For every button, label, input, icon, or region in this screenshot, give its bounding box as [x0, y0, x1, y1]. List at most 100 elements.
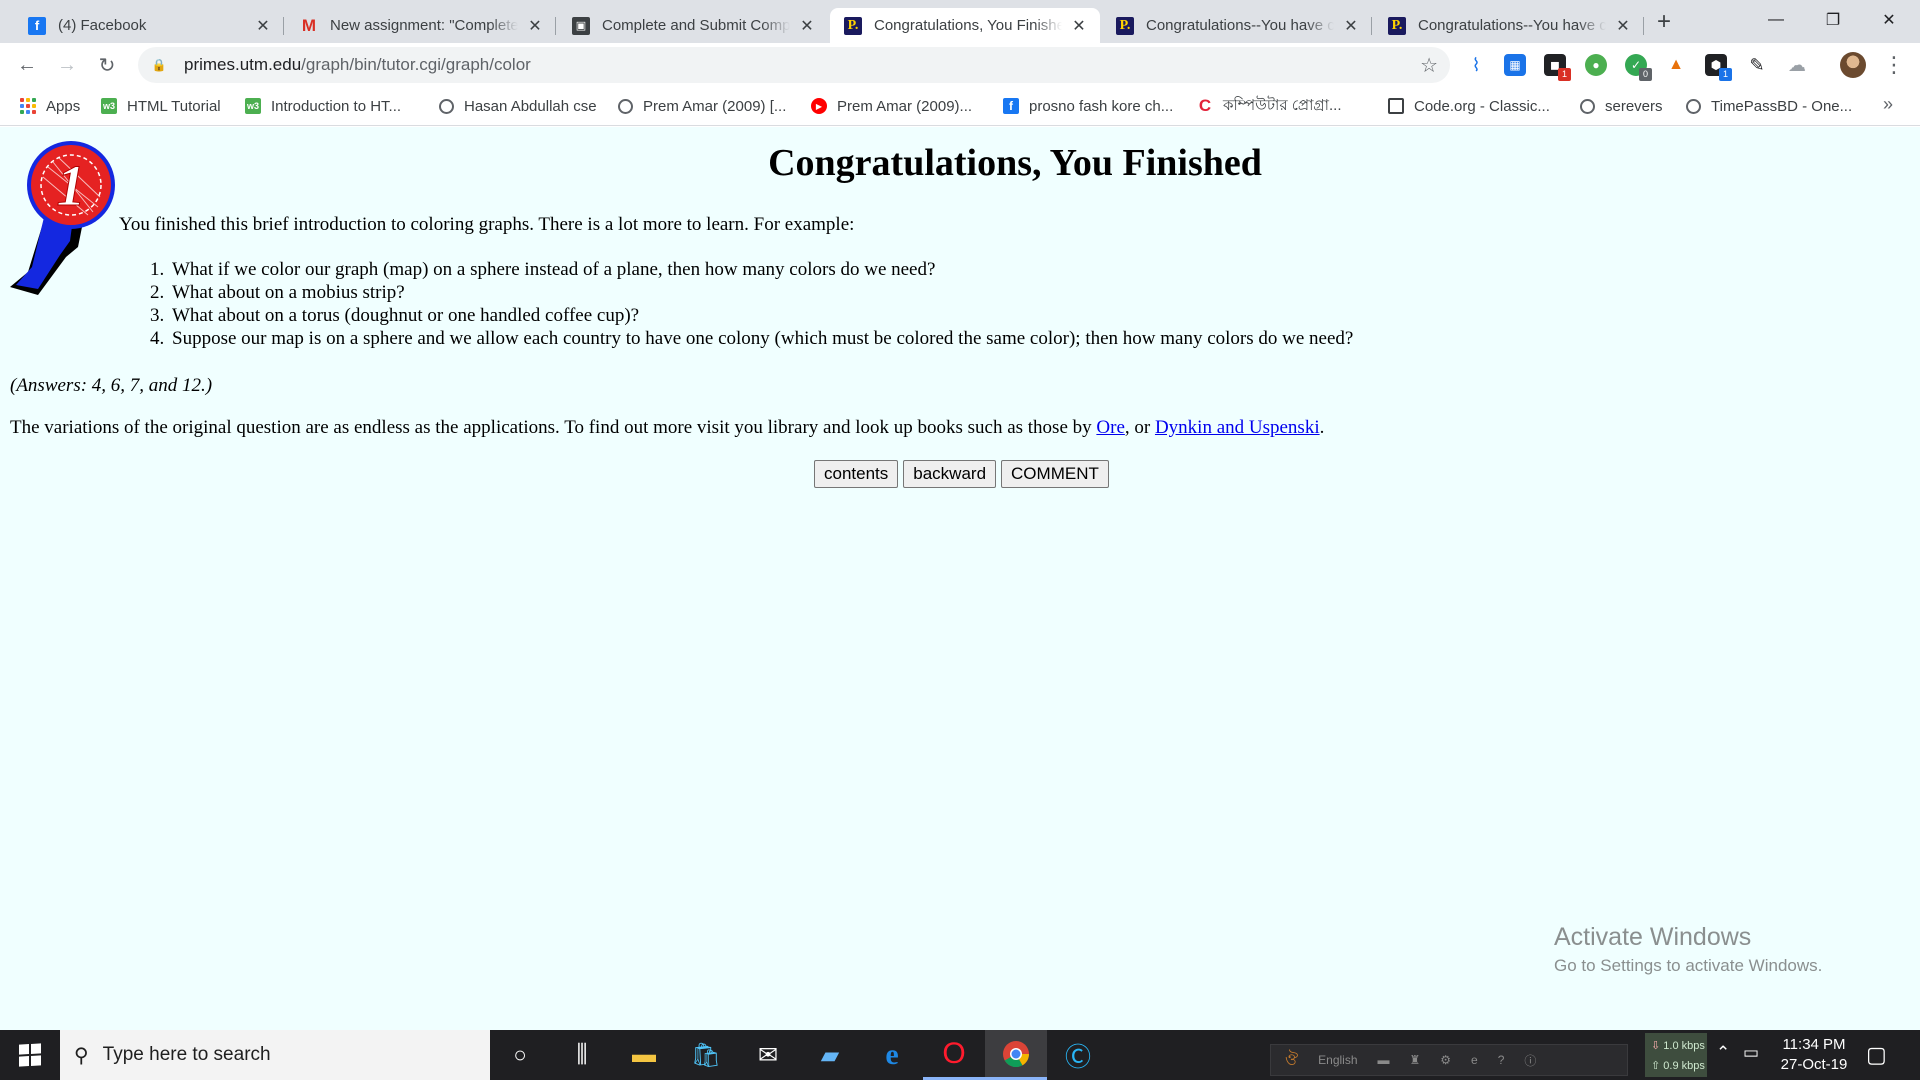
navigation-buttons: contents backward COMMENT — [814, 460, 1109, 488]
language-indicator[interactable]: English — [1318, 1053, 1357, 1067]
tray-app-icon[interactable]: ঔ — [1285, 1047, 1298, 1074]
bookmark-label: prosno fash kore ch... — [1029, 97, 1174, 115]
list-item: 1. What if we color our graph (map) on a … — [150, 259, 936, 280]
battery-icon[interactable]: ▭ — [1743, 1043, 1759, 1063]
ore-link[interactable]: Ore — [1096, 417, 1124, 438]
globe-icon — [618, 98, 633, 114]
bookmark-html-tutorial[interactable]: w3 HTML Tutorial — [101, 94, 221, 118]
apps-grid-icon — [20, 98, 36, 114]
browser-toolbar: ← → ↻ 🔒 primes.utm.edu/graph/bin/tutor.c… — [0, 43, 1920, 86]
tab-strip: f (4) Facebook ✕ M New assignment: "Comp… — [0, 0, 1920, 43]
backward-button[interactable]: backward — [903, 460, 997, 488]
chrome-logo — [1003, 1040, 1030, 1067]
taskbar-search-box[interactable]: ⚲ Type here to search — [60, 1030, 490, 1080]
chrome-icon[interactable] — [985, 1030, 1047, 1080]
close-icon[interactable]: ✕ — [526, 17, 544, 35]
extension-icon[interactable]: ● — [1585, 54, 1607, 76]
browser-menu-icon[interactable]: ⋮ — [1883, 51, 1905, 79]
window-close-button[interactable]: ✕ — [1866, 0, 1912, 40]
extension-icon[interactable]: ◼ 1 — [1544, 54, 1571, 81]
bookmark-label: Introduction to HT... — [271, 97, 402, 115]
extension-badge: 1 — [1719, 68, 1732, 81]
bookmark-timepassbd[interactable]: TimePassBD - One... — [1686, 94, 1852, 118]
new-tab-button[interactable]: + — [1650, 8, 1678, 36]
taskbar-clock[interactable]: 11:34 PM 27-Oct-19 — [1774, 1035, 1854, 1075]
bookmark-prosno-fash[interactable]: f prosno fash kore ch... — [1003, 94, 1173, 118]
restore-button[interactable]: ❐ — [1810, 0, 1856, 40]
close-icon[interactable]: ✕ — [1614, 17, 1632, 35]
bookmark-star-icon[interactable]: ☆ — [1420, 53, 1438, 78]
start-button[interactable] — [0, 1030, 60, 1080]
close-icon[interactable]: ✕ — [254, 17, 272, 35]
profile-avatar[interactable] — [1840, 52, 1866, 78]
question-text: What if we color our graph (map) on a sp… — [172, 259, 936, 280]
paperclip-extension-icon[interactable]: ⌇ — [1465, 54, 1487, 76]
bookmark-label: serevers — [1605, 97, 1663, 115]
bookmark-label: Prem Amar (2009)... — [837, 97, 973, 115]
bookmark-bengali-programming[interactable]: C কম্পিউটার প্রোগ্রা... — [1197, 94, 1342, 118]
clock-date: 27-Oct-19 — [1780, 1056, 1848, 1073]
cortana-icon[interactable]: ○ — [489, 1030, 551, 1080]
tab-separator — [1643, 17, 1644, 35]
help-icon[interactable]: ? — [1498, 1053, 1505, 1067]
edge-icon[interactable]: e — [1471, 1053, 1478, 1067]
reload-button[interactable]: ↻ — [91, 49, 123, 81]
close-icon[interactable]: ✕ — [798, 17, 816, 35]
tray-app-icon[interactable]: ♜ — [1410, 1053, 1421, 1067]
back-button[interactable]: ← — [11, 49, 43, 81]
bookmark-prem-amar-1[interactable]: Prem Amar (2009) [... — [618, 94, 786, 118]
extension-icon[interactable]: ⬢ 1 — [1705, 54, 1732, 81]
minimize-button[interactable]: — — [1753, 0, 1799, 40]
edge-icon[interactable]: e — [861, 1030, 923, 1080]
ccleaner-icon[interactable]: Ⓒ — [1047, 1030, 1109, 1080]
bookmark-hasan-abdullah[interactable]: Hasan Abdullah cse — [439, 94, 597, 118]
notification-center-icon[interactable]: ▢ — [1866, 1042, 1887, 1068]
upload-speed-value: 0.9 kbps — [1663, 1060, 1705, 1072]
tab-title: New assignment: "Complete — [330, 17, 518, 34]
tab-gmail[interactable]: M New assignment: "Complete ✕ — [286, 8, 556, 43]
search-icon: ⚲ — [74, 1044, 89, 1067]
dynkin-uspenski-link[interactable]: Dynkin and Uspenski — [1155, 417, 1320, 438]
tab-title: Congratulations--You have c — [1418, 17, 1606, 34]
tab-separator — [283, 17, 284, 35]
file-explorer-icon[interactable]: ▬ — [613, 1030, 675, 1080]
store-icon[interactable]: 🛍 — [675, 1030, 737, 1080]
bookmarks-bar: Apps w3 HTML Tutorial w3 Introduction to… — [0, 86, 1920, 126]
network-speed-meter[interactable]: ⇩ 1.0 kbps ⇧ 0.9 kbps — [1645, 1033, 1707, 1077]
forward-button[interactable]: → — [51, 49, 83, 81]
tab-congratulations-active[interactable]: P. Congratulations, You Finishe ✕ — [830, 8, 1100, 43]
extension-icon[interactable]: ▲ — [1665, 54, 1687, 76]
bookmark-introduction[interactable]: w3 Introduction to HT... — [245, 94, 401, 118]
info-icon[interactable]: ⓘ — [1524, 1052, 1536, 1069]
mail-icon[interactable]: ✉ — [737, 1030, 799, 1080]
w3schools-icon: w3 — [101, 98, 117, 114]
tab-congratulations-3[interactable]: P. Congratulations--You have c ✕ — [1374, 8, 1644, 43]
cloud-extension-icon[interactable]: ☁ — [1786, 54, 1808, 76]
bookmark-prem-amar-2[interactable]: ▶ Prem Amar (2009)... — [811, 94, 972, 118]
check-extension-icon[interactable]: ✓ 0 — [1625, 54, 1652, 81]
bookmark-label: Apps — [46, 97, 81, 115]
gear-icon[interactable]: ⚙ — [1440, 1053, 1451, 1067]
task-view-icon[interactable]: ⫼ — [551, 1030, 613, 1080]
address-bar[interactable]: 🔒 primes.utm.edu/graph/bin/tutor.cgi/gra… — [138, 47, 1450, 83]
w3schools-icon: w3 — [245, 98, 261, 114]
contents-button[interactable]: contents — [814, 460, 899, 488]
close-icon[interactable]: ✕ — [1342, 17, 1360, 35]
tab-congratulations-2[interactable]: P. Congratulations--You have c ✕ — [1102, 8, 1372, 43]
opera-icon[interactable]: O — [923, 1030, 985, 1080]
tab-facebook[interactable]: f (4) Facebook ✕ — [14, 8, 284, 43]
comment-button[interactable]: COMMENT — [1001, 460, 1109, 488]
bookmark-apps[interactable]: Apps — [20, 94, 80, 118]
question-text: What about on a mobius strip? — [172, 282, 405, 303]
eyedropper-extension-icon[interactable]: ✎ — [1746, 54, 1768, 76]
app-icon[interactable]: ▰ — [799, 1030, 861, 1080]
tab-classroom[interactable]: ▣ Complete and Submit Comp ✕ — [558, 8, 828, 43]
bookmark-code-org[interactable]: Code.org - Classic... — [1388, 94, 1550, 118]
close-icon[interactable]: ✕ — [1070, 17, 1088, 35]
chevron-up-icon[interactable]: ⌃ — [1716, 1043, 1730, 1063]
more-bookmarks-chevron-icon[interactable]: » — [1883, 94, 1893, 115]
lock-icon[interactable]: 🔒 — [152, 58, 167, 72]
bookmark-serevers[interactable]: serevers — [1580, 94, 1663, 118]
tray-app-icon[interactable]: ▬ — [1378, 1053, 1390, 1067]
extension-icon[interactable]: ▦ — [1504, 54, 1526, 76]
